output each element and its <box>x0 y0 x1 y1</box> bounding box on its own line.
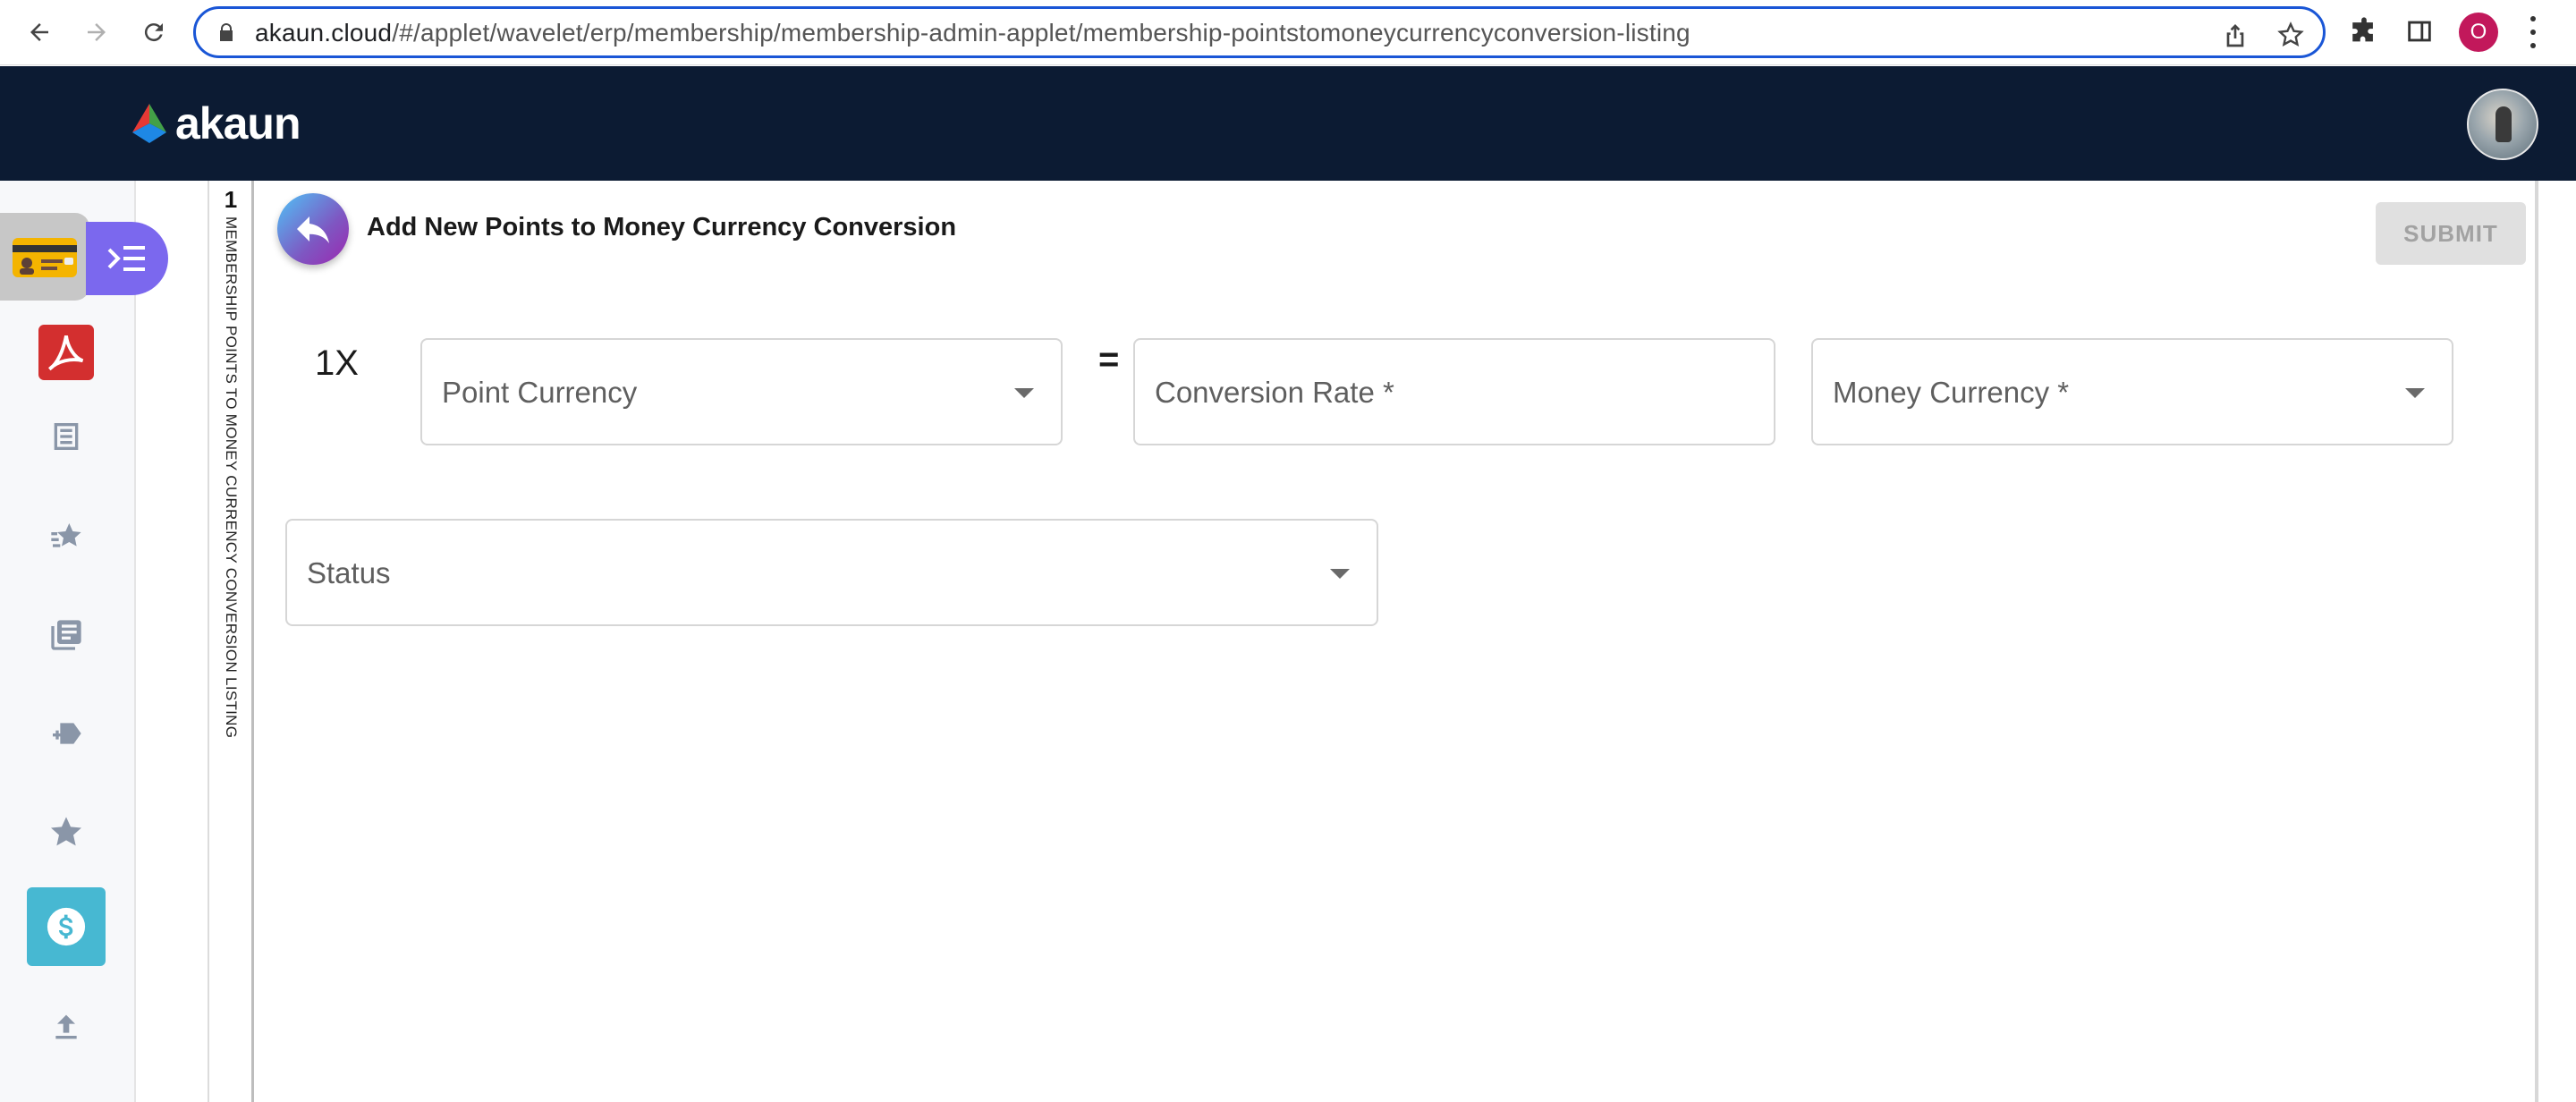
brand-name: akaun <box>175 98 301 148</box>
status-select[interactable]: Status <box>285 519 1378 626</box>
page-title: Add New Points to Money Currency Convers… <box>367 213 957 242</box>
money-currency-placeholder: Money Currency * <box>1833 376 2070 409</box>
url-host: akaun.cloud <box>255 19 393 47</box>
url-text[interactable]: akaun.cloud/#/applet/wavelet/erp/members… <box>255 19 1690 47</box>
sidebar-item-upload[interactable] <box>27 988 106 1066</box>
sidebar-item-add-tag[interactable] <box>27 694 106 773</box>
point-currency-select[interactable]: Point Currency <box>420 338 1063 445</box>
sidebar-item-library[interactable] <box>27 596 106 674</box>
list-icon <box>54 423 79 450</box>
extensions-puzzle-icon[interactable] <box>2349 16 2379 47</box>
multiplier-label: 1X <box>315 343 359 383</box>
breadcrumb-level: 1 <box>224 186 238 213</box>
url-path: /#/applet/wavelet/erp/membership/members… <box>392 19 1690 47</box>
sidebar-item-star[interactable] <box>27 793 106 871</box>
address-bar[interactable]: akaun.cloud/#/applet/wavelet/erp/members… <box>193 6 2326 58</box>
reload-icon[interactable] <box>134 13 174 52</box>
conversion-rate-placeholder: Conversion Rate * <box>1155 376 1394 409</box>
add-tag-icon <box>53 723 81 744</box>
dollar-icon <box>47 907 86 946</box>
back-arrow-icon[interactable] <box>20 13 59 52</box>
upload-icon <box>55 1014 77 1039</box>
panel-divider <box>2535 181 2538 1102</box>
browser-toolbar: akaun.cloud/#/applet/wavelet/erp/members… <box>0 0 2576 65</box>
library-books-icon <box>51 620 81 650</box>
chevron-down-icon <box>2405 388 2425 398</box>
breadcrumb-label: MEMBERSHIP POINTS TO MONEY CURRENCY CONV… <box>223 216 240 739</box>
akaun-logo[interactable]: akaun <box>125 98 301 148</box>
stars-icon <box>51 523 81 547</box>
app-header: akaun <box>0 66 2576 181</box>
forward-arrow-icon[interactable] <box>77 13 116 52</box>
user-avatar[interactable] <box>2467 89 2538 160</box>
point-currency-placeholder: Point Currency <box>442 376 638 409</box>
browser-profile-avatar[interactable]: O <box>2459 13 2498 52</box>
lock-icon[interactable] <box>216 21 237 43</box>
side-panel-icon[interactable] <box>2404 16 2435 47</box>
acrobat-icon <box>38 325 94 380</box>
menu-open-icon <box>107 246 145 271</box>
chevron-down-icon <box>1014 388 1034 398</box>
reply-arrow-icon <box>297 216 329 243</box>
sidebar-item-stars[interactable] <box>27 497 106 576</box>
share-icon[interactable] <box>2221 21 2250 49</box>
money-currency-select[interactable]: Money Currency * <box>1811 338 2453 445</box>
star-icon <box>51 817 81 846</box>
bookmark-star-icon[interactable] <box>2276 21 2305 49</box>
conversion-rate-input[interactable]: Conversion Rate * <box>1133 338 1775 445</box>
sidebar-collapse-button[interactable] <box>86 222 168 295</box>
sidebar-item-dollar[interactable] <box>27 887 106 966</box>
equals-sign: = <box>1098 340 1120 379</box>
back-button[interactable] <box>277 193 349 265</box>
browser-menu-icon[interactable] <box>2528 16 2538 48</box>
submit-button[interactable]: SUBMIT <box>2376 202 2526 265</box>
status-placeholder: Status <box>307 556 391 589</box>
vertical-breadcrumb[interactable]: 1 MEMBERSHIP POINTS TO MONEY CURRENCY CO… <box>208 181 254 1102</box>
membership-card-icon[interactable] <box>0 213 89 301</box>
akaun-logo-icon <box>132 104 166 143</box>
applet-sidebar <box>0 181 168 1102</box>
sidebar-item-list[interactable] <box>27 397 106 476</box>
sidebar-item-acrobat[interactable] <box>27 313 106 392</box>
chevron-down-icon <box>1330 569 1350 579</box>
